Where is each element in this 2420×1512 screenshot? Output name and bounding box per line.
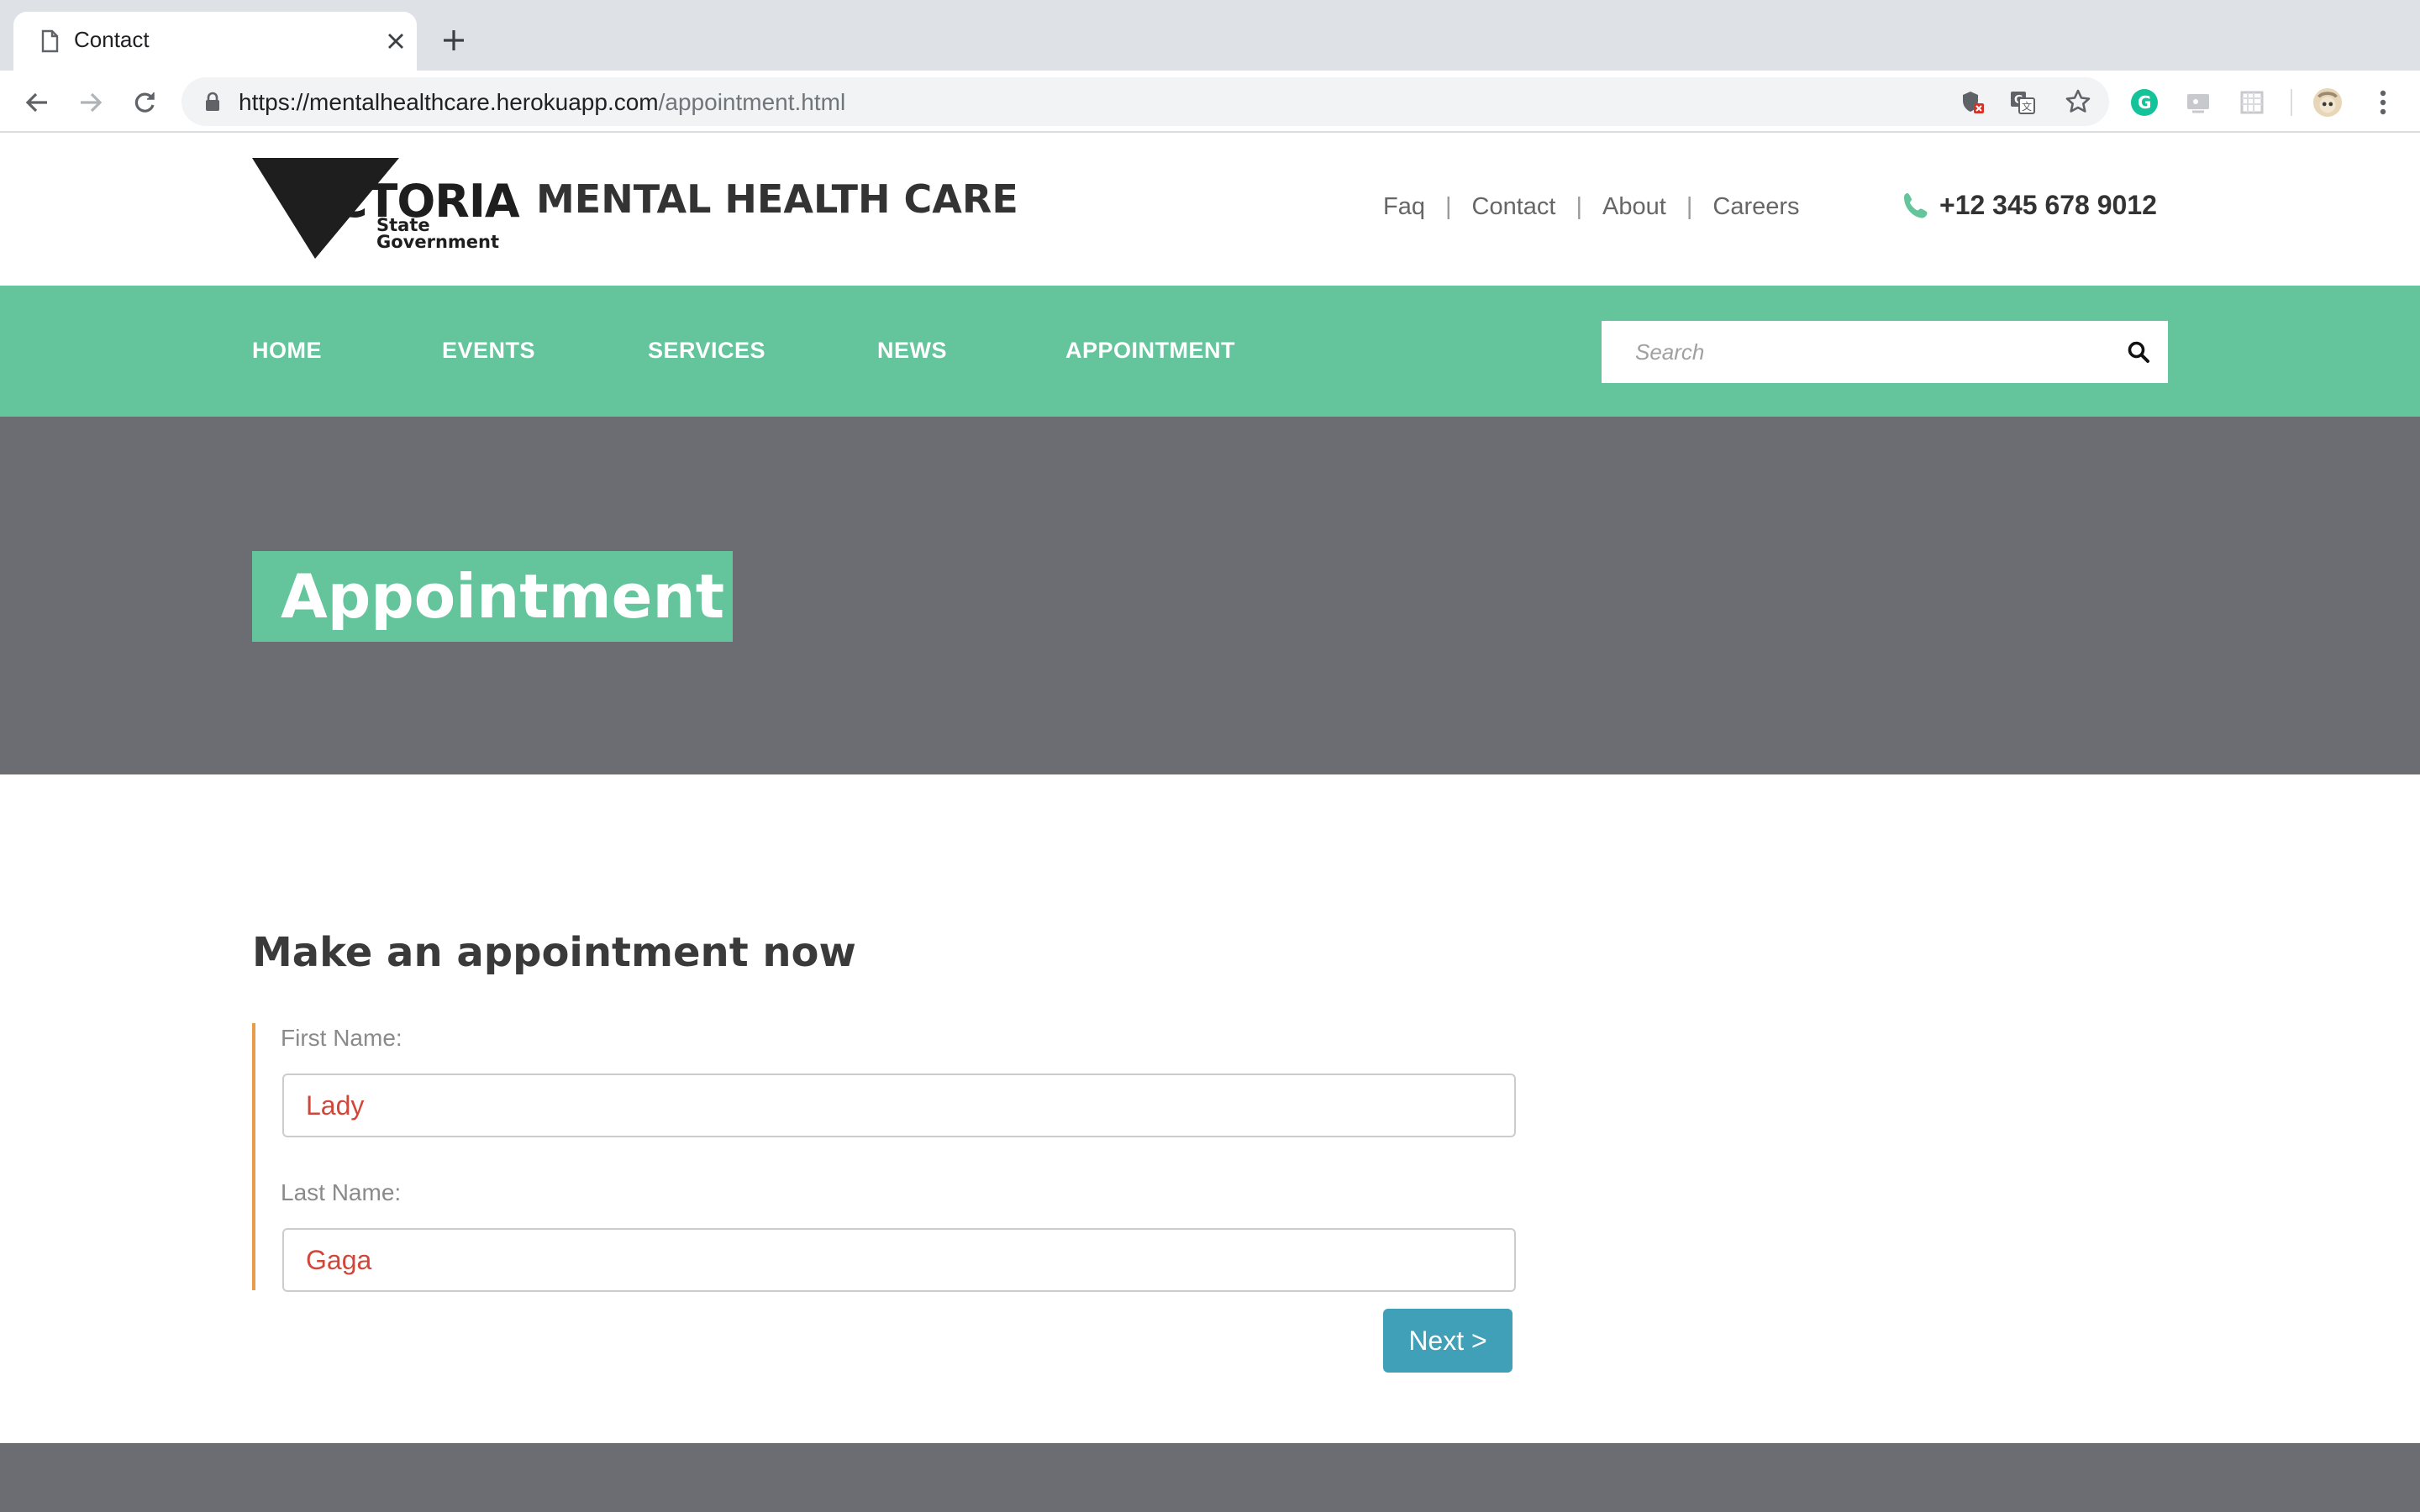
page-title: Appointment bbox=[281, 561, 725, 632]
page-hero: Appointment bbox=[0, 417, 2420, 774]
url-host: https://mentalhealthcare.herokuapp.com bbox=[239, 89, 659, 115]
site-logo[interactable]: VICTORIA State Government MENTAL HEALTH C… bbox=[252, 158, 1042, 267]
top-link-contact[interactable]: Contact bbox=[1472, 193, 1556, 221]
svg-text:G: G bbox=[2138, 92, 2151, 113]
phone-icon bbox=[1904, 192, 1928, 218]
tab-title: Contact bbox=[74, 27, 150, 52]
top-link-careers[interactable]: Careers bbox=[1712, 193, 1799, 221]
site-header: VICTORIA State Government MENTAL HEALTH C… bbox=[0, 133, 2420, 286]
phone-number: +12 345 678 9012 bbox=[1939, 190, 2157, 220]
translate-icon[interactable]: G文 bbox=[2008, 87, 2037, 116]
top-link-faq[interactable]: Faq bbox=[1383, 193, 1425, 221]
separator: | bbox=[1444, 193, 1452, 220]
last-name-field[interactable] bbox=[282, 1228, 1516, 1292]
forward-icon[interactable] bbox=[72, 84, 109, 121]
avatar[interactable] bbox=[2312, 87, 2343, 118]
more-menu-icon[interactable] bbox=[2368, 87, 2398, 118]
separator: | bbox=[1686, 193, 1693, 220]
nav-item-services[interactable]: SERVICES bbox=[648, 338, 765, 364]
star-icon[interactable] bbox=[2064, 87, 2092, 116]
new-tab-icon[interactable] bbox=[437, 24, 471, 57]
nav-item-home[interactable]: HOME bbox=[252, 338, 322, 364]
browser-tab[interactable]: Contact bbox=[13, 12, 417, 71]
nav-item-news[interactable]: NEWS bbox=[877, 338, 947, 364]
lock-icon[interactable] bbox=[202, 91, 224, 113]
top-links: Faq | Contact | About | Careers bbox=[1383, 193, 1800, 221]
url-text[interactable]: https://mentalhealthcare.herokuapp.com/a… bbox=[239, 89, 845, 116]
search-box bbox=[1602, 321, 2168, 383]
main-nav: HOME EVENTS SERVICES NEWS APPOINTMENT bbox=[0, 286, 2420, 417]
separator: | bbox=[1576, 193, 1583, 220]
extension-icon[interactable] bbox=[2237, 87, 2267, 118]
nav-item-events[interactable]: EVENTS bbox=[442, 338, 535, 364]
top-link-about[interactable]: About bbox=[1602, 193, 1666, 221]
grammarly-icon[interactable]: G bbox=[2129, 87, 2160, 118]
browser-toolbar: https://mentalhealthcare.herokuapp.com/a… bbox=[0, 71, 2420, 133]
page-icon bbox=[37, 29, 62, 54]
next-button[interactable]: Next > bbox=[1383, 1309, 1512, 1373]
browser-tabstrip: Contact bbox=[0, 0, 2420, 71]
cast-icon[interactable] bbox=[2183, 87, 2213, 118]
last-name-label: Last Name: bbox=[281, 1179, 402, 1205]
shield-blocked-icon[interactable] bbox=[1958, 87, 1986, 116]
toolbar-divider bbox=[2291, 89, 2292, 116]
svg-text:文: 文 bbox=[2022, 100, 2032, 113]
search-icon[interactable] bbox=[2123, 336, 2154, 368]
nav-item-appointment[interactable]: APPOINTMENT bbox=[1065, 338, 1235, 364]
page-title-box: Appointment bbox=[252, 551, 733, 642]
appointment-form: First Name: Last Name: bbox=[252, 1023, 1516, 1292]
back-icon[interactable] bbox=[18, 84, 55, 121]
url-path: /appointment.html bbox=[658, 89, 846, 115]
logo-subtitle: State Government bbox=[376, 217, 500, 252]
reload-icon[interactable] bbox=[126, 84, 163, 121]
address-bar[interactable]: https://mentalhealthcare.herokuapp.com/a… bbox=[182, 77, 2109, 126]
first-name-field[interactable] bbox=[282, 1074, 1516, 1137]
site-title: MENTAL HEALTH CARE bbox=[536, 176, 1018, 222]
footer bbox=[0, 1443, 2420, 1512]
phone-contact[interactable]: +12 345 678 9012 bbox=[1901, 190, 2157, 221]
form-heading: Make an appointment now bbox=[252, 929, 856, 976]
search-input[interactable] bbox=[1602, 321, 2106, 383]
logo-sub-line2: Government bbox=[376, 232, 500, 252]
close-icon[interactable] bbox=[381, 27, 410, 55]
first-name-label: First Name: bbox=[281, 1025, 402, 1051]
